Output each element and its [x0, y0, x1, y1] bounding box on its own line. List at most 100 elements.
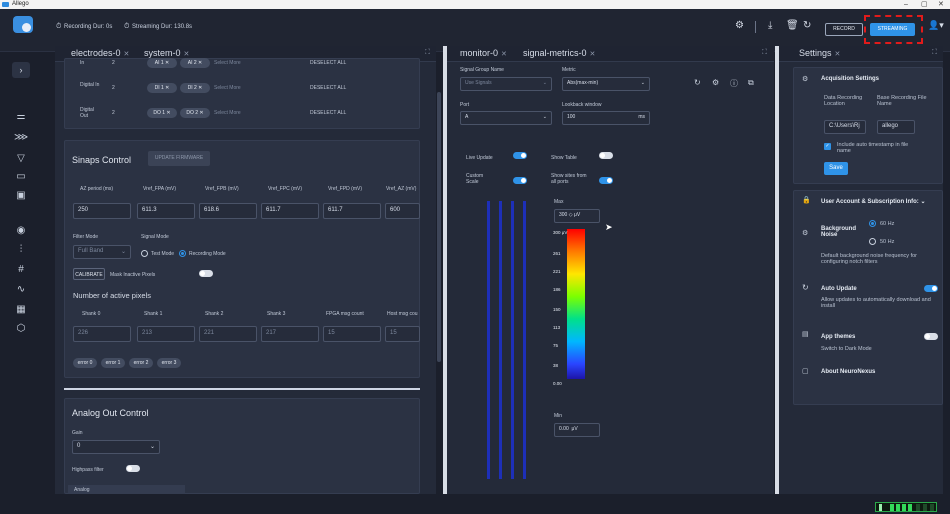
location-input[interactable]: C:\Users\Rj	[824, 120, 866, 134]
tab-system[interactable]: system-0 ✕	[144, 48, 189, 58]
section-divider	[64, 388, 420, 390]
streaming-button[interactable]: STREAMING	[870, 23, 915, 36]
app-home-icon[interactable]	[13, 16, 33, 33]
auto-update-toggle[interactable]	[924, 285, 938, 292]
cube-icon[interactable]: ⬡	[14, 323, 28, 335]
vref-fpb-input[interactable]: 618.6	[199, 203, 257, 219]
select-more[interactable]: Select More	[214, 85, 241, 91]
tab-monitor[interactable]: monitor-0 ✕	[460, 48, 507, 58]
close-window-button[interactable]: ✕	[938, 0, 944, 9]
test-mode-radio[interactable]	[141, 250, 148, 257]
chip-ai2[interactable]: AI 2 ✕	[180, 58, 210, 68]
custom-scale-toggle[interactable]	[513, 177, 527, 184]
gear-icon[interactable]: ⚙	[712, 78, 719, 87]
maximize-pane-icon[interactable]: ⛶	[932, 49, 937, 57]
pulse-icon[interactable]: ∿	[14, 284, 28, 296]
chip-do1[interactable]: DO 1 ✕	[147, 108, 177, 118]
max-input[interactable]: 300 ◇ μV	[554, 209, 600, 223]
metric-select[interactable]: Abs(max-min) ⌄	[562, 77, 650, 91]
signal-group-select[interactable]: Use Signals ⌄	[460, 77, 552, 91]
gain-select[interactable]: 0 ⌄	[72, 440, 160, 454]
error-chip[interactable]: error 1	[101, 358, 125, 368]
deselect-all-button[interactable]: DESELECT ALL	[310, 85, 346, 91]
lookback-input[interactable]: 100 ms	[562, 111, 650, 125]
port-select[interactable]: A ⌄	[460, 111, 552, 125]
mask-inactive-toggle[interactable]	[199, 270, 213, 277]
chip-di2[interactable]: DI 2 ✕	[180, 83, 210, 93]
min-input[interactable]: 0.00 μV	[554, 423, 600, 437]
vref-az-input[interactable]: 600	[385, 203, 420, 219]
user-menu-icon[interactable]: 👤▾	[928, 20, 944, 31]
about-item[interactable]: About NeuroNexus	[821, 369, 875, 375]
live-update-toggle[interactable]	[513, 152, 527, 159]
deselect-all-button[interactable]: DESELECT ALL	[310, 60, 346, 66]
error-chip[interactable]: error 3	[157, 358, 181, 368]
maximize-button[interactable]: ▢	[921, 0, 928, 9]
deselect-all-button[interactable]: DESELECT ALL	[310, 110, 346, 116]
chip-do2[interactable]: DO 2 ✕	[180, 108, 210, 118]
grid-box-icon[interactable]: ▣	[14, 190, 28, 202]
select-more[interactable]: Select More	[214, 110, 241, 116]
popout-icon[interactable]: ⧉	[748, 78, 754, 88]
timestamp-checkbox[interactable]: ✓	[824, 143, 831, 150]
theme-icon: ▤	[802, 331, 809, 338]
tab-signal-metrics[interactable]: signal-metrics-0 ✕	[523, 48, 595, 58]
show-sites-toggle[interactable]	[599, 177, 613, 184]
vref-fpd-input[interactable]: 611.7	[323, 203, 381, 219]
tab-settings[interactable]: Settings ✕	[799, 48, 840, 58]
panel-splitter[interactable]	[443, 46, 447, 494]
active-pixels-title: Number of active pixels	[73, 291, 151, 300]
left-scrollbar[interactable]	[437, 92, 441, 362]
hash-icon[interactable]: #	[14, 264, 28, 276]
live-update-label: Live Update	[466, 155, 493, 161]
base-file-input[interactable]: allego	[877, 120, 915, 134]
maximize-pane-icon[interactable]: ⛶	[762, 49, 767, 57]
minimize-button[interactable]: –	[904, 0, 908, 9]
error-chip[interactable]: error 2	[129, 358, 153, 368]
sliders-icon[interactable]: ⚌	[14, 111, 28, 123]
record-button[interactable]: RECORD	[825, 23, 863, 36]
calibrate-button[interactable]: CALIBRATE	[73, 268, 105, 280]
filter-icon[interactable]: ▽	[14, 153, 28, 165]
camera-icon[interactable]: ◉	[14, 225, 28, 237]
hz50-radio[interactable]	[869, 238, 876, 245]
chip-di1[interactable]: DI 1 ✕	[147, 83, 177, 93]
analog-out-title: Analog Out Control	[72, 408, 149, 418]
vref-fpc-input[interactable]: 611.7	[261, 203, 319, 219]
signal-flow-icon[interactable]: ⋙	[14, 132, 28, 144]
recording-mode-radio[interactable]	[179, 250, 186, 257]
expand-sidebar-button[interactable]: ›	[12, 62, 30, 78]
min-label: Min	[554, 413, 563, 419]
download-icon[interactable]: ⤓	[768, 20, 772, 31]
vref-fpa-input[interactable]: 611.3	[137, 203, 195, 219]
user-account-item[interactable]: User Account & Subscription Info: ⌄	[821, 198, 925, 205]
refresh-icon[interactable]: ↻	[803, 20, 811, 31]
filter-mode-select[interactable]: Full Band ⌄	[73, 245, 131, 259]
help-icon[interactable]: ⓘ	[730, 78, 738, 89]
chevron-down-icon: ⌄	[640, 80, 645, 86]
trash-icon[interactable]: 🗑	[786, 20, 799, 31]
tab-electrodes[interactable]: electrodes-0 ✕	[71, 48, 129, 58]
app-themes-description: Switch to Dark Mode	[821, 346, 872, 352]
monitor-icon[interactable]: ▭	[14, 171, 28, 183]
tiles-icon[interactable]: ▦	[14, 304, 28, 316]
dark-mode-toggle[interactable]	[924, 333, 938, 340]
gear-icon[interactable]: ⚙	[735, 20, 744, 31]
waveform-icon[interactable]: ⫶	[14, 244, 28, 256]
update-firmware-button[interactable]: UPDATE FIRMWARE	[148, 151, 210, 166]
chip-ai1[interactable]: AI 1 ✕	[147, 58, 177, 68]
refresh-icon[interactable]: ↻	[694, 78, 701, 87]
gear-icon: ⚙	[802, 76, 809, 83]
maximize-pane-icon[interactable]: ⛶	[425, 49, 430, 57]
highpass-toggle[interactable]	[126, 465, 140, 472]
save-button[interactable]: Save	[824, 162, 848, 175]
vref-label: Vref_FPA (mV)	[143, 186, 177, 192]
row-label: In	[80, 60, 85, 66]
background-noise-title: Background Noise	[821, 226, 857, 238]
error-chip[interactable]: error 0	[73, 358, 97, 368]
select-more[interactable]: Select More	[214, 60, 241, 66]
hz60-radio[interactable]	[869, 220, 876, 227]
show-table-toggle[interactable]	[599, 152, 613, 159]
az-period-input[interactable]: 250	[73, 203, 131, 219]
row-count: 2	[112, 110, 115, 116]
